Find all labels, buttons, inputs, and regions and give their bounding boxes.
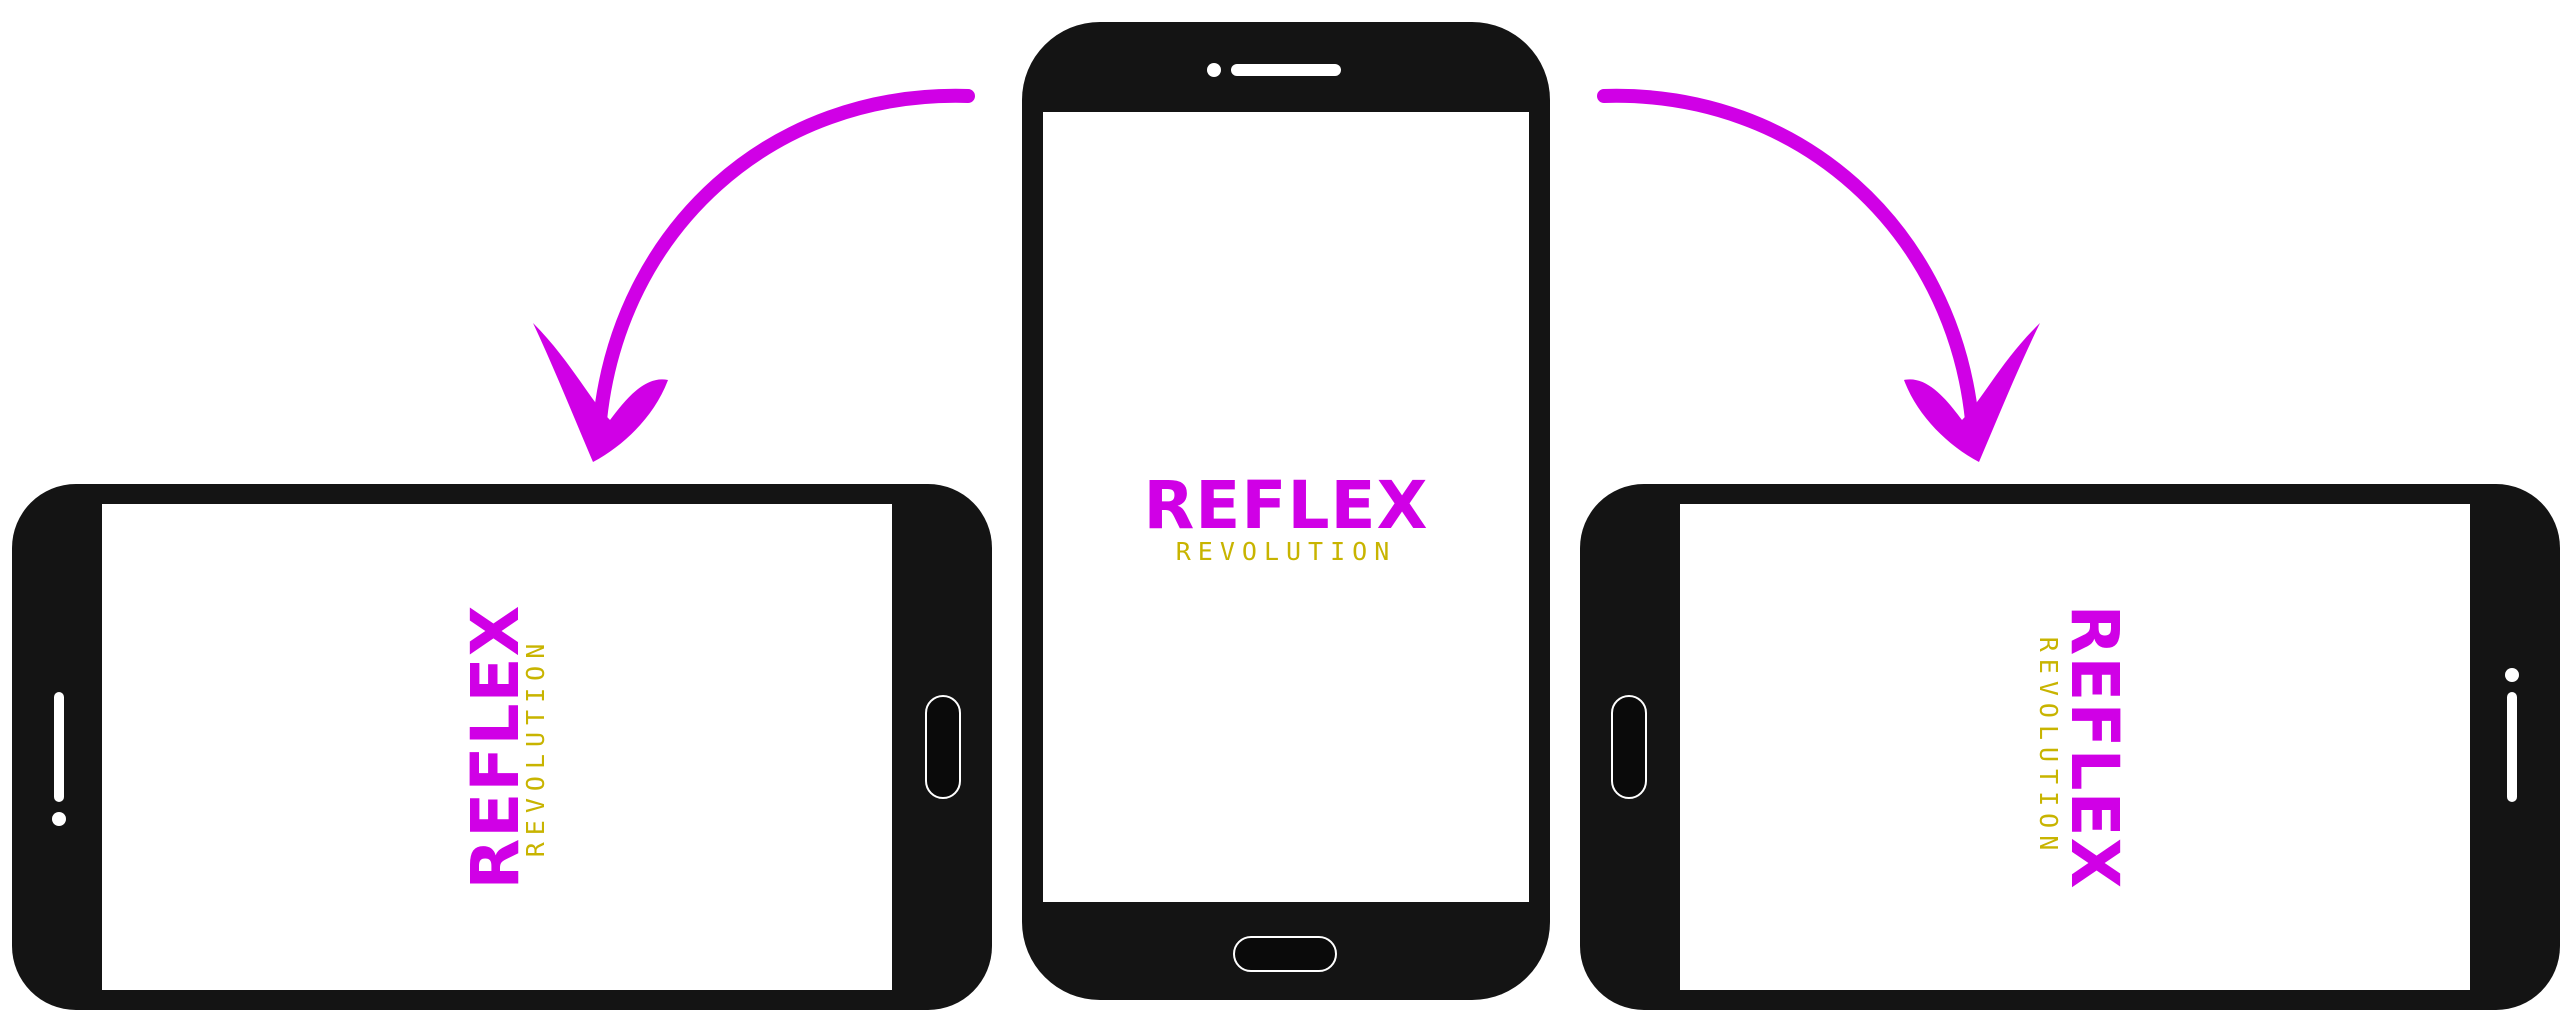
front-camera-icon [2505,668,2519,682]
home-button [1611,695,1647,799]
phone-landscape-left: REFLEX REVOLUTION [12,484,992,1010]
logo-subtitle: REVOLUTION [2034,637,2063,858]
rotation-illustration: REFLEX REVOLUTION REFLEX REVOLUTION REFL… [12,22,2560,1010]
right-logo: REFLEX REVOLUTION [2034,604,2133,889]
logo-title: REFLEX [2056,604,2133,889]
logo-subtitle: REVOLUTION [1176,537,1397,566]
earpiece-speaker [54,692,64,802]
logo-subtitle: REVOLUTION [521,637,550,858]
earpiece-speaker [1231,64,1341,76]
earpiece-speaker [2507,692,2517,802]
home-button [925,695,961,799]
rotate-right-arrow-icon [1597,88,2040,462]
portrait-logo: REFLEX REVOLUTION [1143,467,1428,566]
logo-title: REFLEX [1143,467,1428,544]
rotate-left-arrow-icon [533,88,975,462]
phone-landscape-right: REFLEX REVOLUTION [1580,484,2560,1010]
left-logo: REFLEX REVOLUTION [457,604,550,889]
phone-portrait: REFLEX REVOLUTION [1022,22,1550,1000]
front-camera-icon [52,812,66,826]
home-button [1233,936,1337,972]
front-camera-icon [1207,63,1221,77]
